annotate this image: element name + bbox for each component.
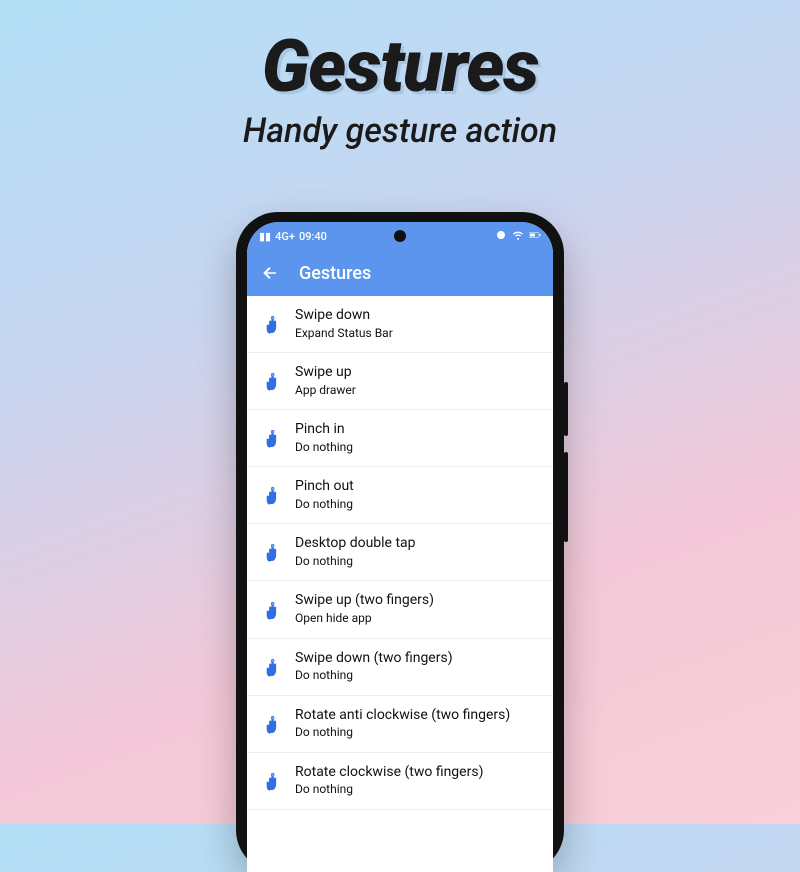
- alarm-icon: [495, 229, 507, 244]
- app-bar: Gestures: [247, 250, 553, 296]
- gesture-hand-icon: [257, 484, 287, 506]
- status-signal-icon: ▮▮: [259, 230, 271, 243]
- status-network-label: 4G+: [275, 230, 295, 243]
- gesture-row[interactable]: Rotate clockwise (two fingers) Do nothin…: [247, 753, 553, 810]
- decorative-pinch-icon: [60, 454, 140, 548]
- gesture-subtitle: App drawer: [295, 383, 356, 399]
- gesture-title: Swipe up: [295, 364, 356, 382]
- gesture-subtitle: Do nothing: [295, 497, 354, 513]
- gesture-title: Swipe down: [295, 307, 393, 325]
- decorative-tap-icon: [640, 480, 720, 574]
- promo-subtitle: Handy gesture action: [0, 111, 800, 151]
- phone-screen: ▮▮ 4G+ 09:40 Gestures Swipe down Expand …: [247, 222, 553, 872]
- gesture-title: Rotate clockwise (two fingers): [295, 764, 483, 782]
- gesture-row[interactable]: Swipe up App drawer: [247, 353, 553, 410]
- gesture-hand-icon: [257, 370, 287, 392]
- decorative-rotate-icon: [635, 278, 715, 372]
- decorative-drag-icon: [630, 642, 722, 750]
- gesture-row[interactable]: Pinch out Do nothing: [247, 467, 553, 524]
- gesture-subtitle: Do nothing: [295, 782, 483, 798]
- gesture-hand-icon: [257, 541, 287, 563]
- gesture-hand-icon: [257, 427, 287, 449]
- battery-icon: [529, 229, 541, 244]
- gesture-hand-icon: [257, 713, 287, 735]
- gesture-hand-icon: [257, 656, 287, 678]
- gesture-row[interactable]: Desktop double tap Do nothing: [247, 524, 553, 581]
- gesture-title: Swipe up (two fingers): [295, 592, 434, 610]
- gesture-subtitle: Do nothing: [295, 554, 416, 570]
- gesture-row[interactable]: Swipe up (two fingers) Open hide app: [247, 581, 553, 638]
- gesture-subtitle: Do nothing: [295, 725, 510, 741]
- gesture-row[interactable]: Swipe down Expand Status Bar: [247, 296, 553, 353]
- phone-frame: ▮▮ 4G+ 09:40 Gestures Swipe down Expand …: [236, 212, 564, 872]
- gesture-title: Swipe down (two fingers): [295, 650, 453, 668]
- gesture-subtitle: Expand Status Bar: [295, 326, 393, 342]
- promo-title: Gestures: [0, 24, 800, 109]
- gesture-title: Desktop double tap: [295, 535, 416, 553]
- decorative-swipe-down-icon: [85, 284, 165, 378]
- gesture-title: Rotate anti clockwise (two fingers): [295, 707, 510, 725]
- gesture-row[interactable]: Swipe down (two fingers) Do nothing: [247, 639, 553, 696]
- gesture-title: Pinch out: [295, 478, 354, 496]
- gesture-list[interactable]: Swipe down Expand Status Bar Swipe up Ap…: [247, 296, 553, 810]
- gesture-hand-icon: [257, 599, 287, 621]
- gesture-hand-icon: [257, 313, 287, 335]
- gesture-subtitle: Do nothing: [295, 668, 453, 684]
- status-time: 09:40: [299, 230, 327, 243]
- gesture-row[interactable]: Rotate anti clockwise (two fingers) Do n…: [247, 696, 553, 753]
- gesture-subtitle: Do nothing: [295, 440, 353, 456]
- camera-notch: [394, 230, 406, 242]
- back-button[interactable]: [261, 264, 279, 282]
- gesture-row[interactable]: Pinch in Do nothing: [247, 410, 553, 467]
- gesture-subtitle: Open hide app: [295, 611, 434, 627]
- gesture-title: Pinch in: [295, 421, 353, 439]
- decorative-two-finger-swipe-icon: [80, 644, 172, 752]
- gesture-hand-icon: [257, 770, 287, 792]
- appbar-title: Gestures: [299, 263, 371, 284]
- wifi-icon: [512, 229, 524, 244]
